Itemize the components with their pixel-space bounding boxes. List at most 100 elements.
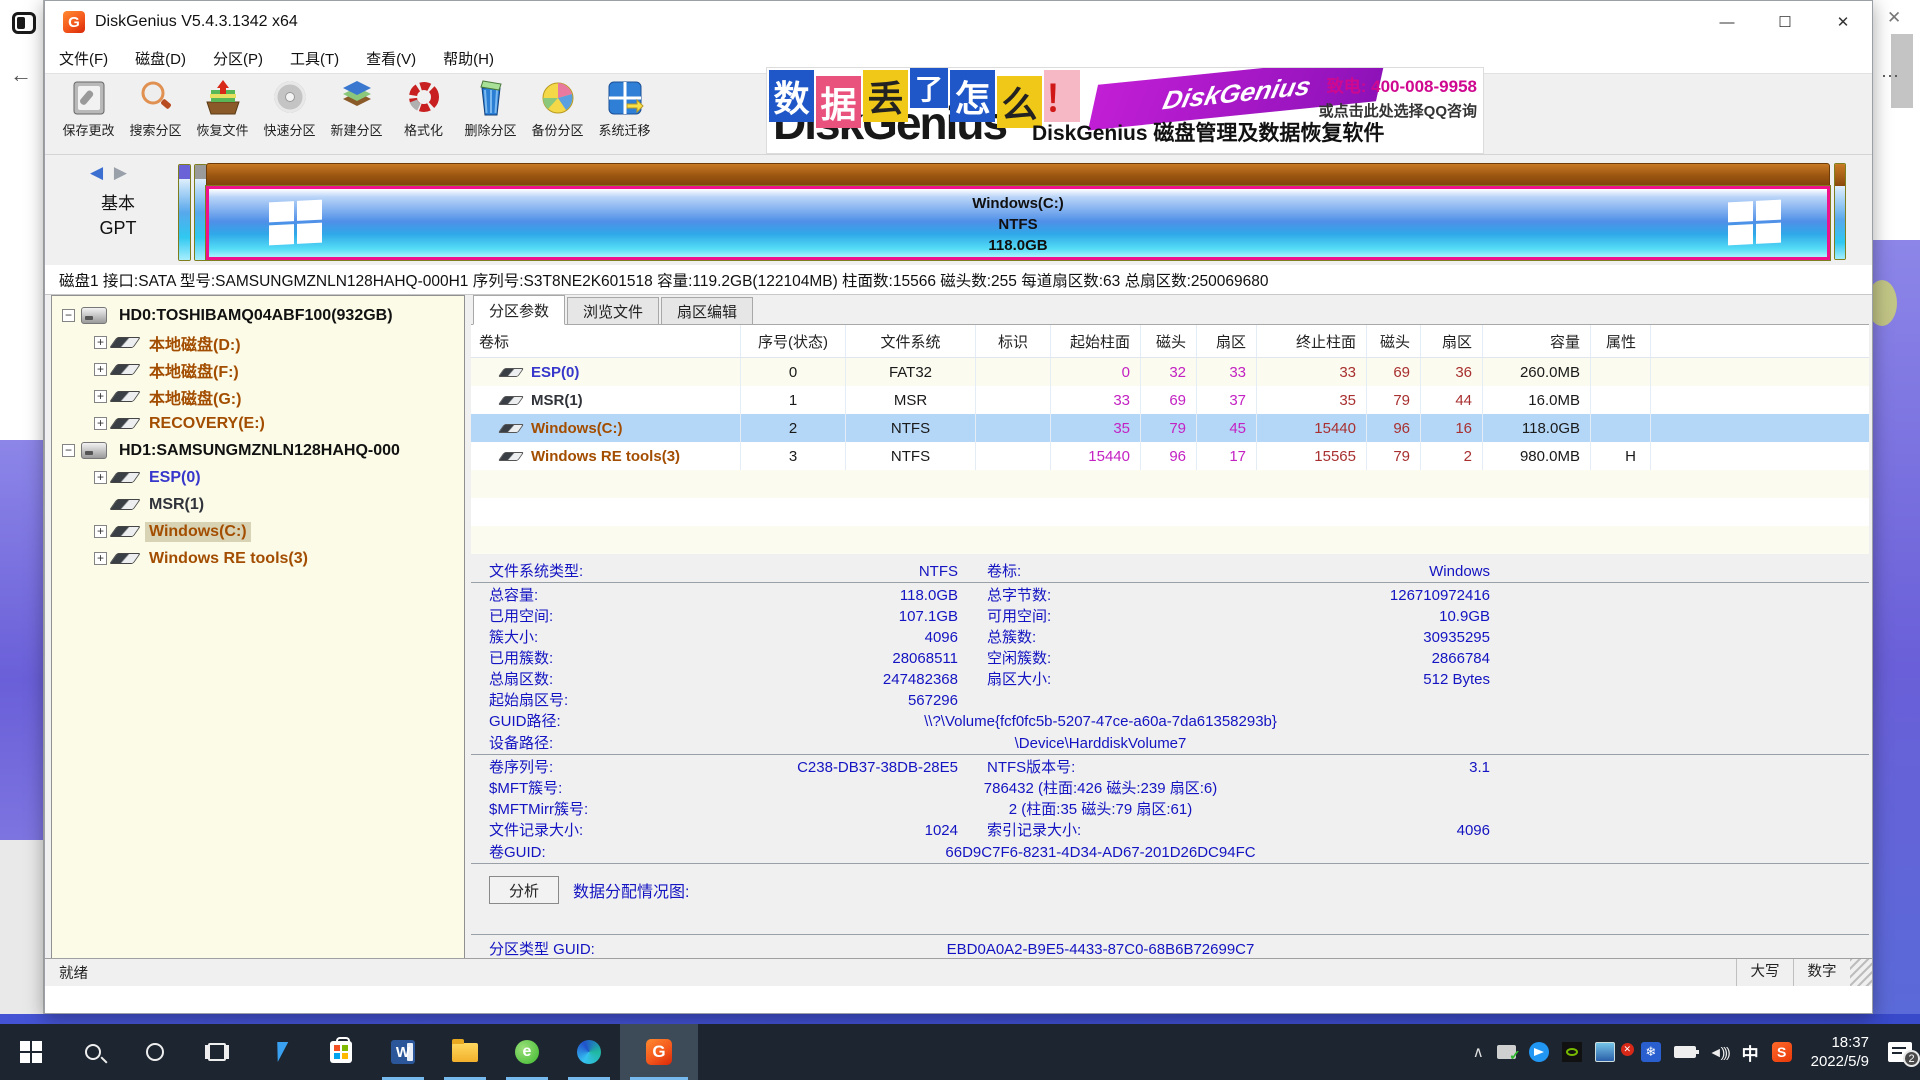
detail-value: 28068511 [711, 648, 958, 669]
action-center-icon[interactable]: 2 [1888, 1042, 1912, 1062]
expander-icon[interactable] [94, 390, 107, 403]
table-row[interactable]: ESP(0) 0 FAT32 0 32 33 33 69 36 260.0MB [471, 358, 1869, 386]
prev-disk-arrow-icon[interactable]: ◀ [90, 163, 103, 182]
detail-label: 可用空间: [987, 606, 1167, 627]
table-row[interactable]: MSR(1) 1 MSR 33 69 37 35 79 44 16.0MB [471, 386, 1869, 414]
cortana-button[interactable] [124, 1024, 186, 1080]
next-disk-arrow-icon[interactable]: ▶ [114, 163, 127, 182]
microsoft-store-button[interactable] [310, 1024, 372, 1080]
task-view-button[interactable] [186, 1024, 248, 1080]
show-hidden-icons-chevron[interactable]: ∧ [1473, 1043, 1484, 1061]
word-button[interactable]: W [372, 1024, 434, 1080]
tree-item[interactable]: ESP(0) [52, 464, 464, 491]
file-explorer-button[interactable] [434, 1024, 496, 1080]
windows-c-partition-bar[interactable]: Windows(C:) NTFS 118.0GB [206, 186, 1830, 260]
system-migration-button[interactable]: 系统迁移 [591, 78, 658, 152]
minimize-button[interactable]: — [1698, 1, 1756, 43]
menu-item[interactable]: 文件(F) [59, 48, 108, 69]
column-header[interactable]: 终止柱面 [1257, 325, 1367, 357]
expander-icon[interactable] [94, 471, 107, 484]
menu-item[interactable]: 磁盘(D) [135, 48, 186, 69]
tree-item[interactable]: HD1:SAMSUNGMZNLN128HAHQ-000 [52, 437, 464, 464]
expander-icon[interactable] [94, 417, 107, 430]
edge-icon [577, 1040, 601, 1064]
delete-partition-button[interactable]: 删除分区 [457, 78, 524, 152]
menu-item[interactable]: 分区(P) [213, 48, 263, 69]
resize-grip[interactable] [1850, 959, 1872, 986]
tab[interactable]: 扇区编辑 [661, 297, 753, 324]
column-header[interactable]: 磁头 [1367, 325, 1421, 357]
titlebar: G DiskGenius V5.4.3.1342 x64 — ☐ ✕ [45, 1, 1872, 43]
tree-item[interactable]: Windows(C:) [52, 518, 464, 545]
detail-value: 1024 [711, 820, 958, 841]
column-header[interactable]: 扇区 [1197, 325, 1257, 357]
tree-item[interactable]: 本地磁盘(F:) [52, 356, 464, 383]
detail-row: 已用空间: 107.1GB 可用空间: 10.9GB [471, 606, 1869, 627]
expander-icon[interactable] [62, 444, 75, 457]
column-header[interactable]: 扇区 [1421, 325, 1483, 357]
tree-item[interactable]: 本地磁盘(G:) [52, 383, 464, 410]
messenger-icon[interactable] [1529, 1042, 1549, 1062]
menu-item[interactable]: 帮助(H) [443, 48, 494, 69]
column-header[interactable]: 磁头 [1141, 325, 1197, 357]
esp-partition-bar[interactable] [178, 164, 191, 261]
quick-partition-button[interactable]: 快速分区 [256, 78, 323, 152]
expander-icon[interactable] [94, 336, 107, 349]
taskbar-search-button[interactable] [62, 1024, 124, 1080]
tree-item[interactable]: HD0:TOSHIBAMQ04ABF100(932GB) [52, 302, 464, 329]
column-header[interactable]: 起始柱面 [1051, 325, 1141, 357]
windows-re-partition-bar[interactable] [1834, 163, 1846, 260]
tab[interactable]: 分区参数 [473, 295, 565, 325]
close-button[interactable]: ✕ [1814, 1, 1872, 43]
format-button[interactable]: 格式化 [390, 78, 457, 152]
expander-icon[interactable] [94, 552, 107, 565]
tab[interactable]: 浏览文件 [567, 297, 659, 324]
new-partition-button[interactable]: 新建分区 [323, 78, 390, 152]
tree-item[interactable]: RECOVERY(E:) [52, 410, 464, 437]
cell-capacity: 260.0MB [1483, 358, 1591, 386]
intel-graphics-icon[interactable] [1595, 1042, 1615, 1062]
snowflake-icon[interactable]: ❄ [1641, 1042, 1661, 1062]
toolbar-button-label: 系统迁移 [598, 120, 650, 139]
volume-icon[interactable]: ◄))) [1709, 1044, 1729, 1060]
start-button[interactable] [0, 1024, 62, 1080]
column-header[interactable]: 文件系统 [846, 325, 976, 357]
flash-app-button[interactable] [248, 1024, 310, 1080]
column-header[interactable]: 卷标 [471, 325, 741, 357]
column-header[interactable]: 容量 [1483, 325, 1591, 357]
tree-item[interactable]: MSR(1) [52, 491, 464, 518]
printer-status-icon[interactable] [1497, 1045, 1516, 1059]
analyze-button[interactable]: 分析 [489, 876, 559, 904]
ime-indicator[interactable]: 中 [1742, 1040, 1759, 1065]
slogan-char-block: 数 [769, 70, 814, 122]
table-row[interactable]: Windows RE tools(3) 3 NTFS 15440 96 17 1… [471, 442, 1869, 470]
menu-item[interactable]: 工具(T) [290, 48, 339, 69]
edge-button[interactable] [558, 1024, 620, 1080]
column-header[interactable]: 属性 [1591, 325, 1651, 357]
disk-type-label: 基本 [63, 189, 173, 214]
expander-icon[interactable] [94, 525, 107, 538]
diskgenius-taskbar-button[interactable]: G [620, 1024, 698, 1080]
tree-item[interactable]: 本地磁盘(D:) [52, 329, 464, 356]
cell-start-head: 69 [1141, 386, 1197, 414]
detail-value: \Device\HarddiskVolume7 [711, 733, 1490, 754]
battery-icon[interactable] [1674, 1046, 1696, 1058]
save-changes-button[interactable]: 保存更改 [55, 78, 122, 152]
recover-files-button[interactable]: 恢复文件 [189, 78, 256, 152]
expander-icon[interactable] [62, 309, 75, 322]
search-partition-button[interactable]: 搜索分区 [122, 78, 189, 152]
tree-item[interactable]: Windows RE tools(3) [52, 545, 464, 572]
browser-360-button[interactable]: e [496, 1024, 558, 1080]
backup-partition-button[interactable]: 备份分区 [524, 78, 591, 152]
maximize-button[interactable]: ☐ [1756, 1, 1814, 43]
menu-item[interactable]: 查看(V) [366, 48, 416, 69]
sogou-icon[interactable]: S [1772, 1042, 1792, 1062]
table-row[interactable]: Windows(C:) 2 NTFS 35 79 45 15440 96 16 … [471, 414, 1869, 442]
expander-icon[interactable] [94, 363, 107, 376]
more-options-icon: ⋯ [1881, 66, 1900, 87]
column-header[interactable]: 标识 [976, 325, 1051, 357]
promo-banner[interactable]: DiskGenius 数据丢了怎么！ DiskGenius 致电: 400-00… [766, 67, 1484, 154]
taskbar-clock[interactable]: 18:37 2022/5/9 [1805, 1033, 1875, 1071]
column-header[interactable]: 序号(状态) [741, 325, 846, 357]
nvidia-icon[interactable] [1562, 1042, 1582, 1062]
